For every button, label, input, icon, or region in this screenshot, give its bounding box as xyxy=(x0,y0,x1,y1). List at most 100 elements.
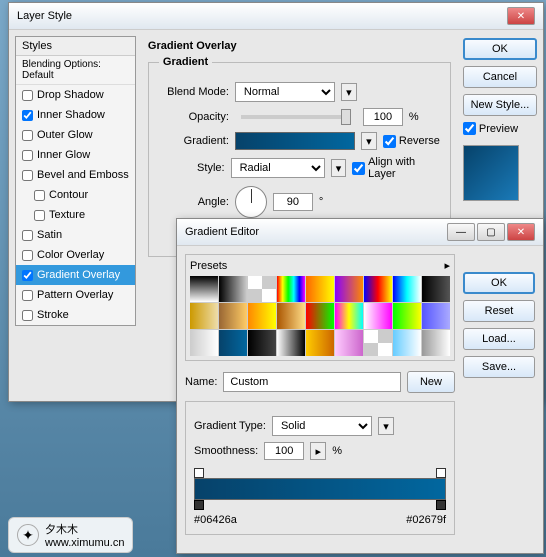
style-checkbox[interactable] xyxy=(22,230,33,241)
new-button[interactable]: New xyxy=(407,371,455,393)
preset-swatch[interactable] xyxy=(393,330,421,356)
watermark: ✦ 夕木木 www.ximumu.cn xyxy=(8,517,133,553)
color-stop-right[interactable] xyxy=(436,500,446,510)
opacity-label: Opacity: xyxy=(159,111,229,123)
style-checkbox[interactable] xyxy=(22,310,33,321)
style-item-texture[interactable]: Texture xyxy=(16,205,135,225)
cancel-button[interactable]: Cancel xyxy=(463,66,537,88)
chevron-down-icon[interactable]: ▾ xyxy=(361,132,377,150)
opacity-unit: % xyxy=(409,111,419,123)
preset-swatch[interactable] xyxy=(422,276,450,302)
style-checkbox[interactable] xyxy=(22,170,33,181)
style-item-inner-shadow[interactable]: Inner Shadow xyxy=(16,105,135,125)
style-item-gradient-overlay[interactable]: Gradient Overlay xyxy=(16,265,135,285)
preset-swatch[interactable] xyxy=(219,330,247,356)
preset-swatch[interactable] xyxy=(277,330,305,356)
presets-menu-icon[interactable]: ▸ xyxy=(444,259,450,272)
style-item-drop-shadow[interactable]: Drop Shadow xyxy=(16,85,135,105)
style-checkbox[interactable] xyxy=(22,270,33,281)
align-checkbox[interactable] xyxy=(352,162,365,175)
preset-swatch[interactable] xyxy=(364,330,392,356)
style-item-stroke[interactable]: Stroke xyxy=(16,305,135,325)
style-item-outer-glow[interactable]: Outer Glow xyxy=(16,125,135,145)
style-checkbox[interactable] xyxy=(22,150,33,161)
preview-checkbox[interactable] xyxy=(463,122,476,135)
chevron-right-icon[interactable]: ▸ xyxy=(310,442,326,460)
preset-swatch[interactable] xyxy=(422,303,450,329)
gradient-editor-buttons: OK Reset Load... Save... xyxy=(463,254,535,535)
opacity-stop-left[interactable] xyxy=(194,468,204,478)
preset-swatch[interactable] xyxy=(393,276,421,302)
opacity-input[interactable] xyxy=(363,108,403,126)
preset-swatch[interactable] xyxy=(422,330,450,356)
gradient-bar[interactable] xyxy=(194,478,446,500)
gradient-bar-wrap xyxy=(194,470,446,508)
style-item-satin[interactable]: Satin xyxy=(16,225,135,245)
preset-swatch[interactable] xyxy=(364,276,392,302)
style-checkbox[interactable] xyxy=(34,190,45,201)
style-checkbox[interactable] xyxy=(22,90,33,101)
layer-style-titlebar[interactable]: Layer Style ✕ xyxy=(9,3,543,30)
blend-mode-select[interactable]: Normal xyxy=(235,82,335,102)
style-select[interactable]: Radial xyxy=(231,158,325,178)
preset-swatch[interactable] xyxy=(306,330,334,356)
reset-button[interactable]: Reset xyxy=(463,300,535,322)
preset-swatch[interactable] xyxy=(219,276,247,302)
opacity-stop-right[interactable] xyxy=(436,468,446,478)
new-style-button[interactable]: New Style... xyxy=(463,94,537,116)
gradient-type-box: Gradient Type: Solid ▾ Smoothness: ▸ % xyxy=(185,401,455,535)
preset-swatch[interactable] xyxy=(364,303,392,329)
name-input[interactable] xyxy=(223,372,401,392)
preset-swatch[interactable] xyxy=(335,330,363,356)
preset-swatch[interactable] xyxy=(306,276,334,302)
preset-swatch[interactable] xyxy=(393,303,421,329)
preset-swatch[interactable] xyxy=(306,303,334,329)
angle-input[interactable] xyxy=(273,193,313,211)
gradient-type-select[interactable]: Solid xyxy=(272,416,372,436)
color-right-readout: #02679f xyxy=(406,514,446,526)
gradient-editor-titlebar[interactable]: Gradient Editor — ▢ ✕ xyxy=(177,219,543,246)
gradient-swatch[interactable] xyxy=(235,132,355,150)
preset-swatch[interactable] xyxy=(248,303,276,329)
preset-swatch[interactable] xyxy=(277,303,305,329)
ok-button[interactable]: OK xyxy=(463,38,537,60)
save-button[interactable]: Save... xyxy=(463,356,535,378)
maximize-icon[interactable]: ▢ xyxy=(477,223,505,241)
style-item-pattern-overlay[interactable]: Pattern Overlay xyxy=(16,285,135,305)
style-checkbox[interactable] xyxy=(22,290,33,301)
smoothness-input[interactable] xyxy=(264,442,304,460)
style-checkbox[interactable] xyxy=(22,250,33,261)
preset-swatch[interactable] xyxy=(190,276,218,302)
style-item-color-overlay[interactable]: Color Overlay xyxy=(16,245,135,265)
load-button[interactable]: Load... xyxy=(463,328,535,350)
preset-swatch[interactable] xyxy=(248,330,276,356)
preset-swatch[interactable] xyxy=(335,303,363,329)
style-item-inner-glow[interactable]: Inner Glow xyxy=(16,145,135,165)
chevron-down-icon[interactable]: ▾ xyxy=(378,417,394,435)
style-checkbox[interactable] xyxy=(34,210,45,221)
close-icon[interactable]: ✕ xyxy=(507,7,535,25)
chevron-down-icon[interactable]: ▾ xyxy=(331,159,346,177)
style-item-bevel-and-emboss[interactable]: Bevel and Emboss xyxy=(16,165,135,185)
opacity-slider[interactable] xyxy=(241,115,351,119)
preset-swatch[interactable] xyxy=(248,276,276,302)
styles-header[interactable]: Styles xyxy=(16,37,135,56)
angle-dial[interactable] xyxy=(235,186,267,218)
style-checkbox[interactable] xyxy=(22,130,33,141)
minimize-icon[interactable]: — xyxy=(447,223,475,241)
close-icon[interactable]: ✕ xyxy=(507,223,535,241)
preset-swatch[interactable] xyxy=(335,276,363,302)
preset-swatch[interactable] xyxy=(277,276,305,302)
preset-swatch[interactable] xyxy=(190,303,218,329)
style-item-label: Texture xyxy=(49,209,85,221)
style-item-label: Contour xyxy=(49,189,88,201)
chevron-down-icon[interactable]: ▾ xyxy=(341,83,357,101)
style-checkbox[interactable] xyxy=(22,110,33,121)
preset-swatch[interactable] xyxy=(190,330,218,356)
color-stop-left[interactable] xyxy=(194,500,204,510)
preset-swatch[interactable] xyxy=(219,303,247,329)
style-item-contour[interactable]: Contour xyxy=(16,185,135,205)
ok-button[interactable]: OK xyxy=(463,272,535,294)
blending-options-default[interactable]: Blending Options: Default xyxy=(16,56,135,85)
reverse-checkbox[interactable] xyxy=(383,135,396,148)
